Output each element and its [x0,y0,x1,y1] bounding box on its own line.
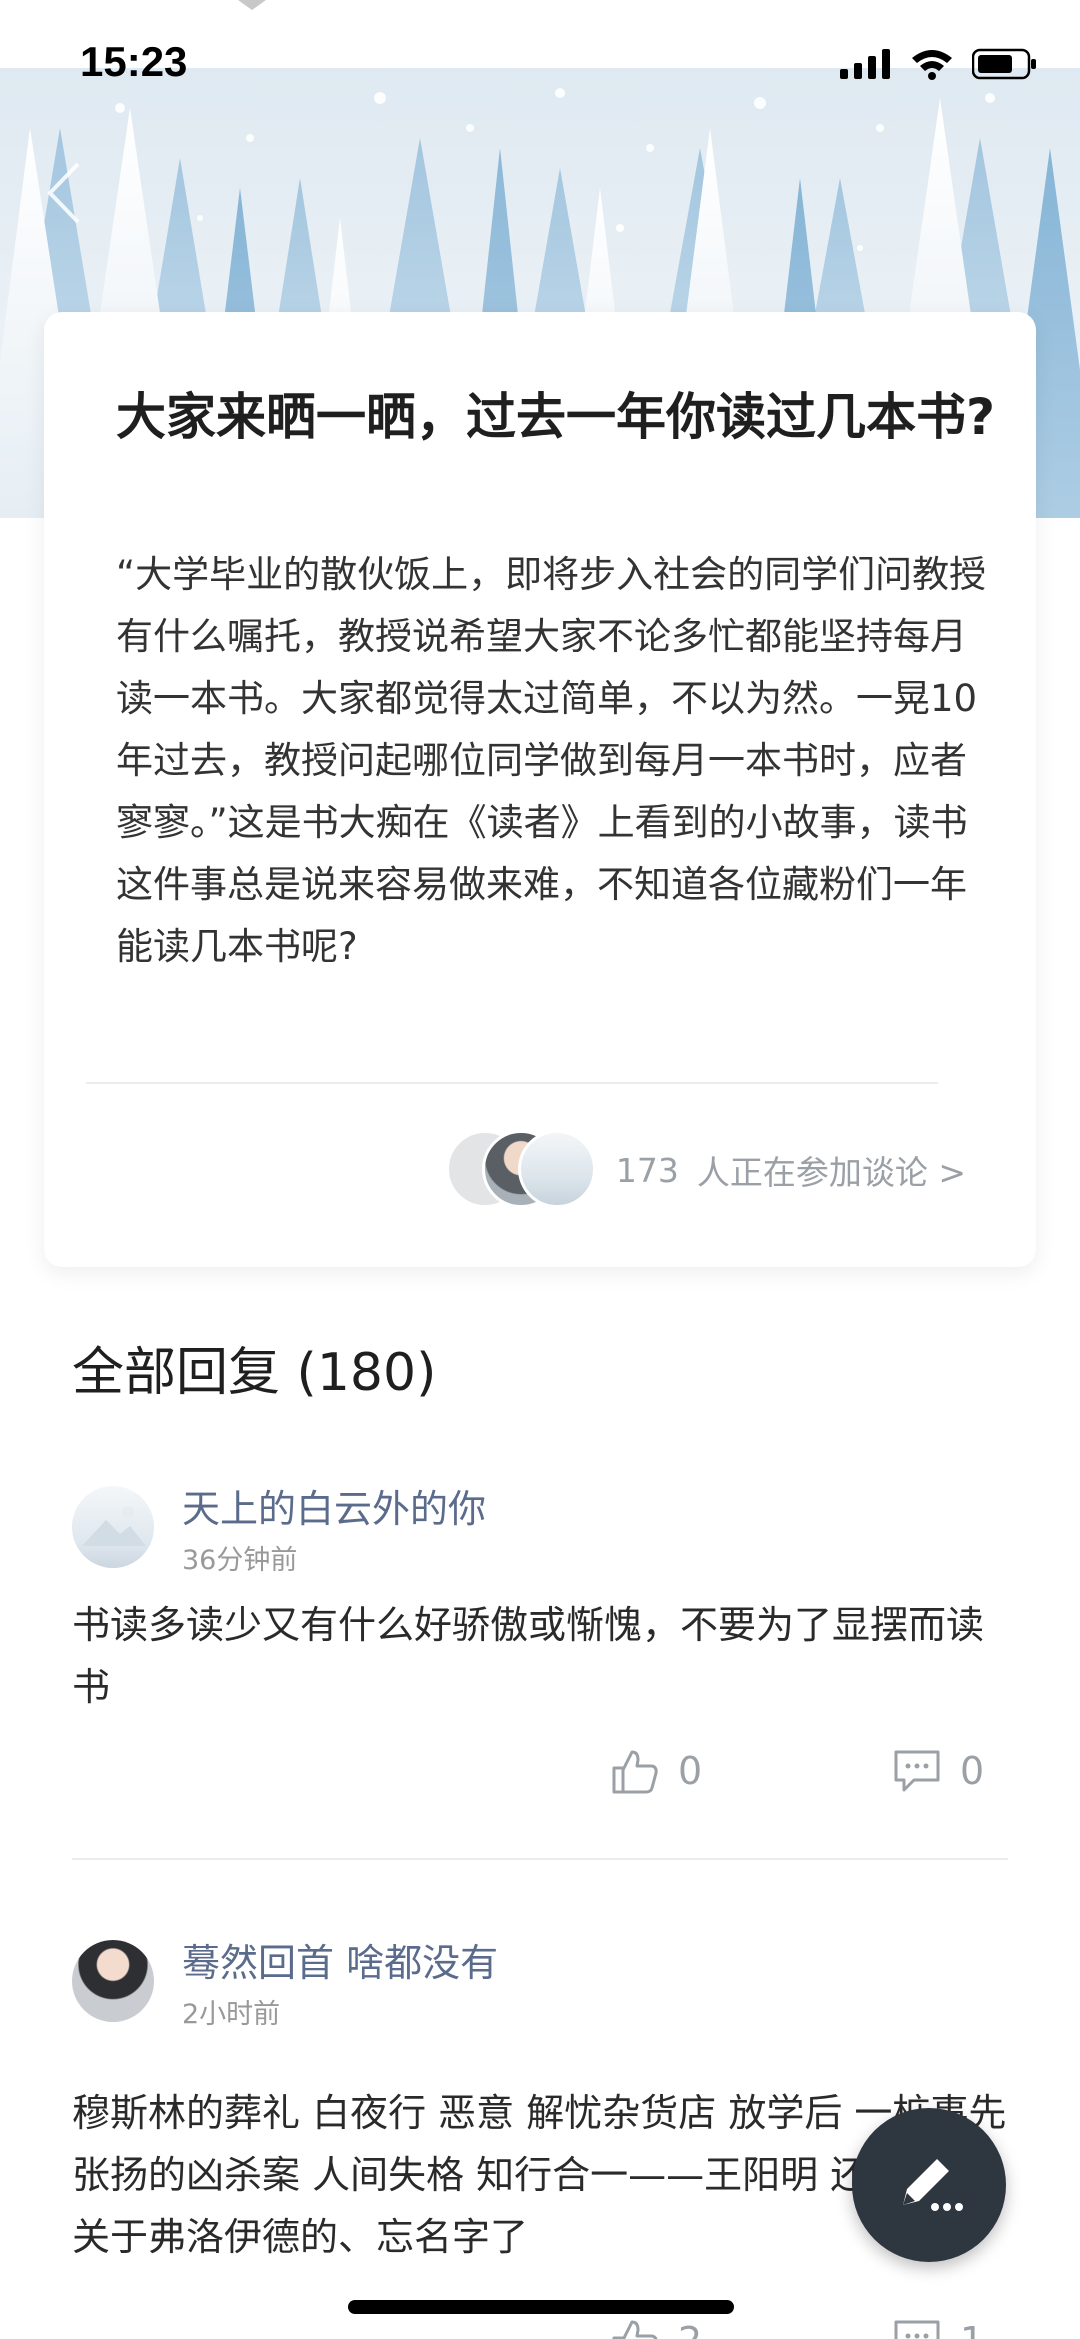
reply-content: 书读多读少又有什么好骄傲或惭愧，不要为了显摆而读书 [72,1603,985,1709]
participant-avatars [445,1130,596,1210]
reply-author[interactable]: 天上的白云外的你 [182,1478,486,1533]
comment-button[interactable]: 0 [892,1746,984,1796]
compose-button[interactable] [852,2108,1006,2262]
thumbs-up-icon [612,1750,658,1794]
battery-icon [972,48,1036,80]
comment-icon [894,2320,940,2339]
participants-link[interactable]: 173 人正在参加谈论 > [445,1130,966,1210]
reply-item: 天上的白云外的你 36分钟前 书读多读少又有什么好骄傲或惭愧，不要为了显摆而读书… [72,1478,1008,1878]
like-button[interactable]: 2 [610,2316,702,2339]
topic-description: “大学毕业的散伙饭上，即将步入社会的同学们问教授有什么嘱托，教授说希望大家不论多… [116,553,987,968]
avatar[interactable] [72,1940,154,2022]
participants-count: 173 [615,1150,679,1190]
reply-actions: 2 1 [72,2316,1008,2339]
pencil-icon [903,2159,963,2211]
participants-label: 人正在参加谈论 > [696,1153,966,1192]
divider [86,1082,938,1084]
reply-time: 2小时前 [182,1999,281,2030]
comment-count: 1 [960,2319,984,2339]
topic-detail-page: 15:23 大家来晒一晒，过去一年你读过几本书? “大学毕业的散伙饭上，即将步入… [0,0,1080,2339]
back-chevron-icon[interactable] [44,158,84,228]
like-count: 2 [678,2319,702,2339]
divider [72,1858,1008,1860]
mountain-placeholder-icon [82,1506,146,1546]
pull-indicator-icon [238,0,266,10]
like-button[interactable]: 0 [610,1746,702,1796]
status-icons [840,44,1038,84]
reply-time: 36分钟前 [182,1545,298,1576]
reply-item: 蓦然回首 啥都没有 2小时前 穆斯林的葬礼 白夜行 恶意 解忧杂货店 放学后 一… [72,1932,1008,2339]
comment-count: 0 [960,1749,985,1793]
wifi-icon [912,50,952,80]
replies-header: 全部回复 (180) [72,1343,437,1403]
status-bar: 15:23 [0,0,1080,85]
comment-icon [894,1750,940,1792]
thumbs-up-icon [612,2320,658,2339]
topic-title: 大家来晒一晒，过去一年你读过几本书? [116,388,996,446]
cellular-signal-icon [840,49,890,79]
avatar [517,1130,596,1208]
topic-card: 大家来晒一晒，过去一年你读过几本书? “大学毕业的散伙饭上，即将步入社会的同学们… [44,312,1036,1267]
comment-button[interactable]: 1 [892,2316,984,2339]
home-indicator[interactable] [348,2300,734,2314]
status-time: 15:23 [80,38,188,85]
avatar[interactable] [72,1486,154,1568]
reply-author[interactable]: 蓦然回首 啥都没有 [182,1932,498,1987]
reply-actions: 0 0 [72,1746,1008,1806]
like-count: 0 [678,1749,703,1793]
